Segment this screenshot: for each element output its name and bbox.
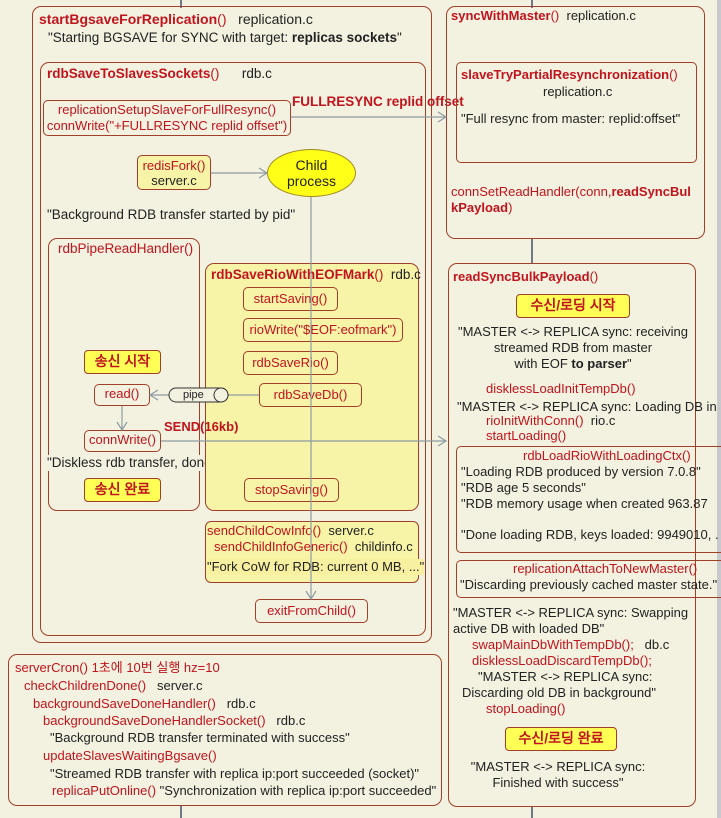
connectors-layer [116,111,448,601]
pipe-label: pipe [183,389,204,401]
send-label: SEND(16kb) [164,419,239,434]
